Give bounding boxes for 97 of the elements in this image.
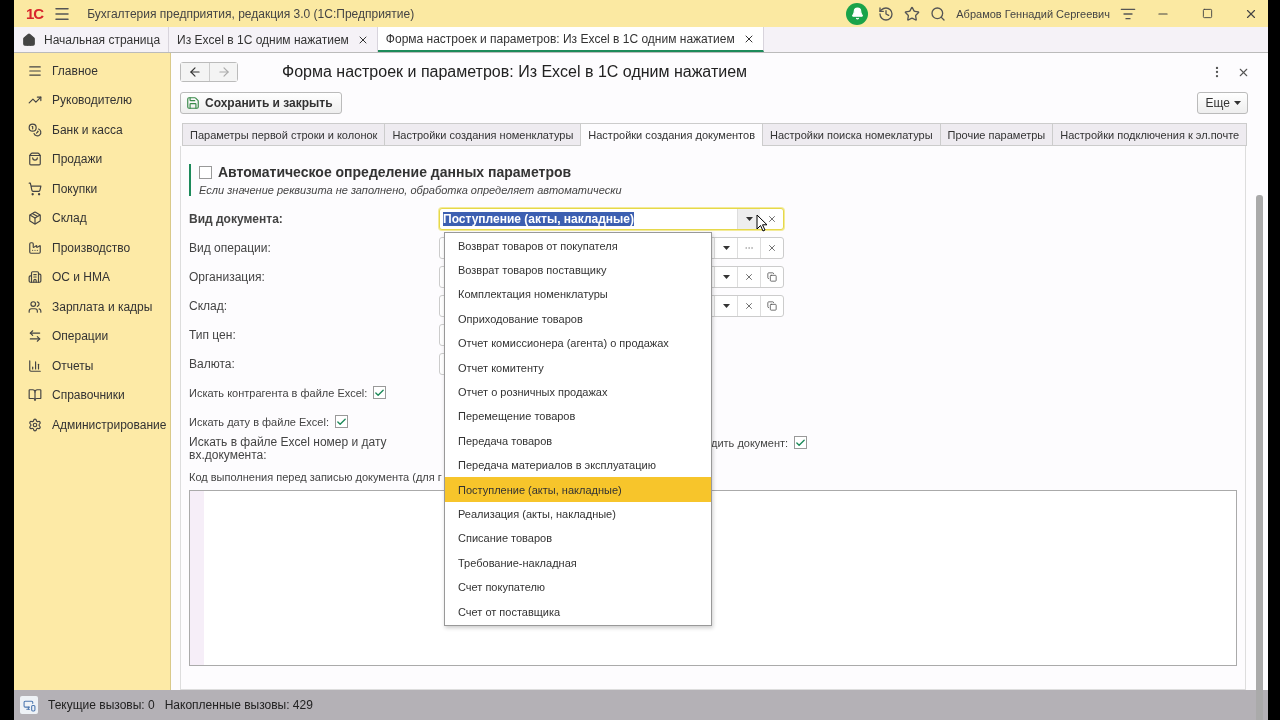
- close-icon: [744, 300, 754, 311]
- dropdown-item[interactable]: Передача товаров: [445, 428, 711, 453]
- field-label: Организация:: [189, 269, 266, 284]
- form-title: Форма настроек и параметров: Из Excel в 1С одним нажатием: [282, 63, 749, 81]
- cursor-icon: [756, 213, 768, 232]
- form-tab[interactable]: Настройки создания номенклатуры: [384, 123, 582, 146]
- back-button[interactable]: [181, 63, 209, 81]
- dropdown-item[interactable]: Перемещение товаров: [445, 404, 711, 429]
- dropdown-item[interactable]: Возврат товаров поставщику: [445, 257, 711, 283]
- caret-icon: [722, 245, 730, 250]
- bag-icon: [28, 152, 42, 167]
- field-label: Тип цен:: [189, 327, 237, 342]
- checkbox[interactable]: [373, 386, 387, 399]
- user-name[interactable]: Абрамов Геннадий Сергеевич: [956, 7, 1110, 20]
- sidebar-item[interactable]: Зарплата и кадры: [14, 292, 170, 322]
- app-logo: 1С: [26, 5, 44, 22]
- sidebar-item[interactable]: Покупки: [14, 174, 170, 204]
- input-field[interactable]: Поступление (акты, накладные): [439, 207, 784, 230]
- bar-chart-icon: [28, 358, 42, 373]
- save-icon: [186, 96, 200, 110]
- more-button[interactable]: Еще: [1196, 92, 1248, 114]
- sidebar-item[interactable]: ОС и НМА: [14, 262, 170, 292]
- form-tab[interactable]: Настройки поиска номеклатуры: [762, 123, 941, 146]
- sidebar-item[interactable]: Продажи: [14, 144, 170, 174]
- checkbox[interactable]: [199, 165, 212, 179]
- form-tab[interactable]: Настройки подключения к эл.почте: [1052, 123, 1248, 146]
- dropdown-item[interactable]: Поступление (акты, накладные): [445, 477, 711, 502]
- dropdown-item[interactable]: Возврат товаров от покупателя: [445, 233, 711, 258]
- copy-icon: [767, 300, 777, 311]
- sidebar-item[interactable]: Справочники: [14, 380, 170, 410]
- computers-icon: [20, 696, 38, 714]
- app-title: Бухгалтерия предприятия, редакция 3.0 (1С:Предприятие): [87, 6, 415, 21]
- checkbox[interactable]: [794, 436, 808, 449]
- sidebar-item[interactable]: Операции: [14, 321, 170, 351]
- form-tab[interactable]: Параметры первой строки и колонок: [182, 123, 386, 146]
- home-icon: [22, 32, 36, 47]
- checkbox-label: Искать дату в файле Excel:: [189, 415, 329, 428]
- search-icon[interactable]: [930, 5, 947, 22]
- sidebar-item[interactable]: Банк и касса: [14, 115, 170, 145]
- field-label: Вид операции:: [189, 240, 272, 255]
- save-close-button[interactable]: Сохранить и закрыть: [180, 92, 342, 114]
- checkbox-label: Автоматическое определение данных параметров: [218, 164, 572, 180]
- sidebar-item[interactable]: Администрирование: [14, 410, 170, 440]
- dropdown-item[interactable]: Списание товаров: [445, 526, 711, 551]
- form-tab[interactable]: Прочие параметры: [939, 123, 1054, 146]
- scrollbar[interactable]: [1256, 195, 1263, 720]
- window-tab[interactable]: Начальная страница: [14, 27, 170, 52]
- arrow-left-icon: [188, 65, 202, 79]
- caret-icon: [722, 303, 730, 308]
- dropdown-item[interactable]: Отчет комиссионера (агента) о продажах: [445, 331, 711, 356]
- sidebar-item[interactable]: Склад: [14, 203, 170, 233]
- dropdown-item[interactable]: Счет от поставщика: [445, 599, 711, 624]
- caret-icon: [1234, 101, 1241, 105]
- sidebar-item[interactable]: Главное: [14, 56, 170, 86]
- caret-icon: [745, 216, 753, 221]
- arrow-right-icon: [216, 65, 231, 79]
- status-text: Накопленные вызовы: 429: [164, 698, 313, 712]
- book-icon: [28, 388, 42, 403]
- field-label: Валюта:: [189, 356, 236, 371]
- arrows-icon: [28, 329, 42, 344]
- dropdown-item[interactable]: Требование-накладная: [445, 550, 711, 575]
- caret-icon: [722, 274, 730, 279]
- star-icon[interactable]: [904, 5, 921, 22]
- people-icon: [28, 299, 42, 314]
- sidebar-item[interactable]: Отчеты: [14, 351, 170, 381]
- history-icon[interactable]: [878, 5, 895, 22]
- box-icon: [28, 211, 42, 226]
- dropdown-item[interactable]: Отчет о розничных продажах: [445, 379, 711, 405]
- building-icon: [28, 270, 42, 285]
- dropdown-item[interactable]: Комплектация номенклатуры: [445, 282, 711, 307]
- close-icon: [766, 213, 777, 224]
- copy-icon: [767, 271, 777, 282]
- dropdown-item[interactable]: Отчет комитенту: [445, 355, 711, 380]
- factory-icon: [28, 240, 42, 255]
- field-label: Вид документа:: [189, 211, 284, 226]
- status-text: Текущие вызовы: 0: [48, 698, 155, 712]
- close-icon: [767, 242, 777, 253]
- window-tab[interactable]: Форма настроек и параметров: Из Excel в 1С одним нажатием: [377, 27, 764, 52]
- dropdown-item[interactable]: Счет покупателю: [445, 574, 711, 600]
- window-tab[interactable]: Из Excel в 1С одним нажатием: [169, 27, 378, 52]
- sidebar-item[interactable]: Руководителю: [14, 85, 170, 115]
- checkbox[interactable]: [334, 415, 348, 428]
- dropdown-item[interactable]: Передача материалов в эксплуатацию: [445, 453, 711, 478]
- cart-icon: [28, 181, 42, 196]
- hint-text: Если значение реквизита не заполнено, обработка определяет автоматически: [199, 184, 623, 196]
- sidebar-item[interactable]: Производство: [14, 233, 170, 263]
- checkbox-label: Искать в файле Excel номер и дату вх.документа:: [189, 436, 388, 462]
- close-icon: [744, 271, 754, 282]
- list-icon: [28, 63, 42, 78]
- bell-icon[interactable]: [846, 2, 869, 25]
- dropdown-item[interactable]: Оприходование товаров: [445, 306, 711, 332]
- editor-label: Код выполнения перед записью документа (для г: [189, 471, 442, 483]
- settings-icon: [28, 417, 42, 432]
- field-label: Склад:: [189, 298, 229, 313]
- coins-icon: [28, 122, 42, 137]
- dropdown-item[interactable]: Реализация (акты, накладные): [445, 501, 711, 527]
- checkbox-label: Искать контрагента в файле Excel:: [189, 386, 368, 399]
